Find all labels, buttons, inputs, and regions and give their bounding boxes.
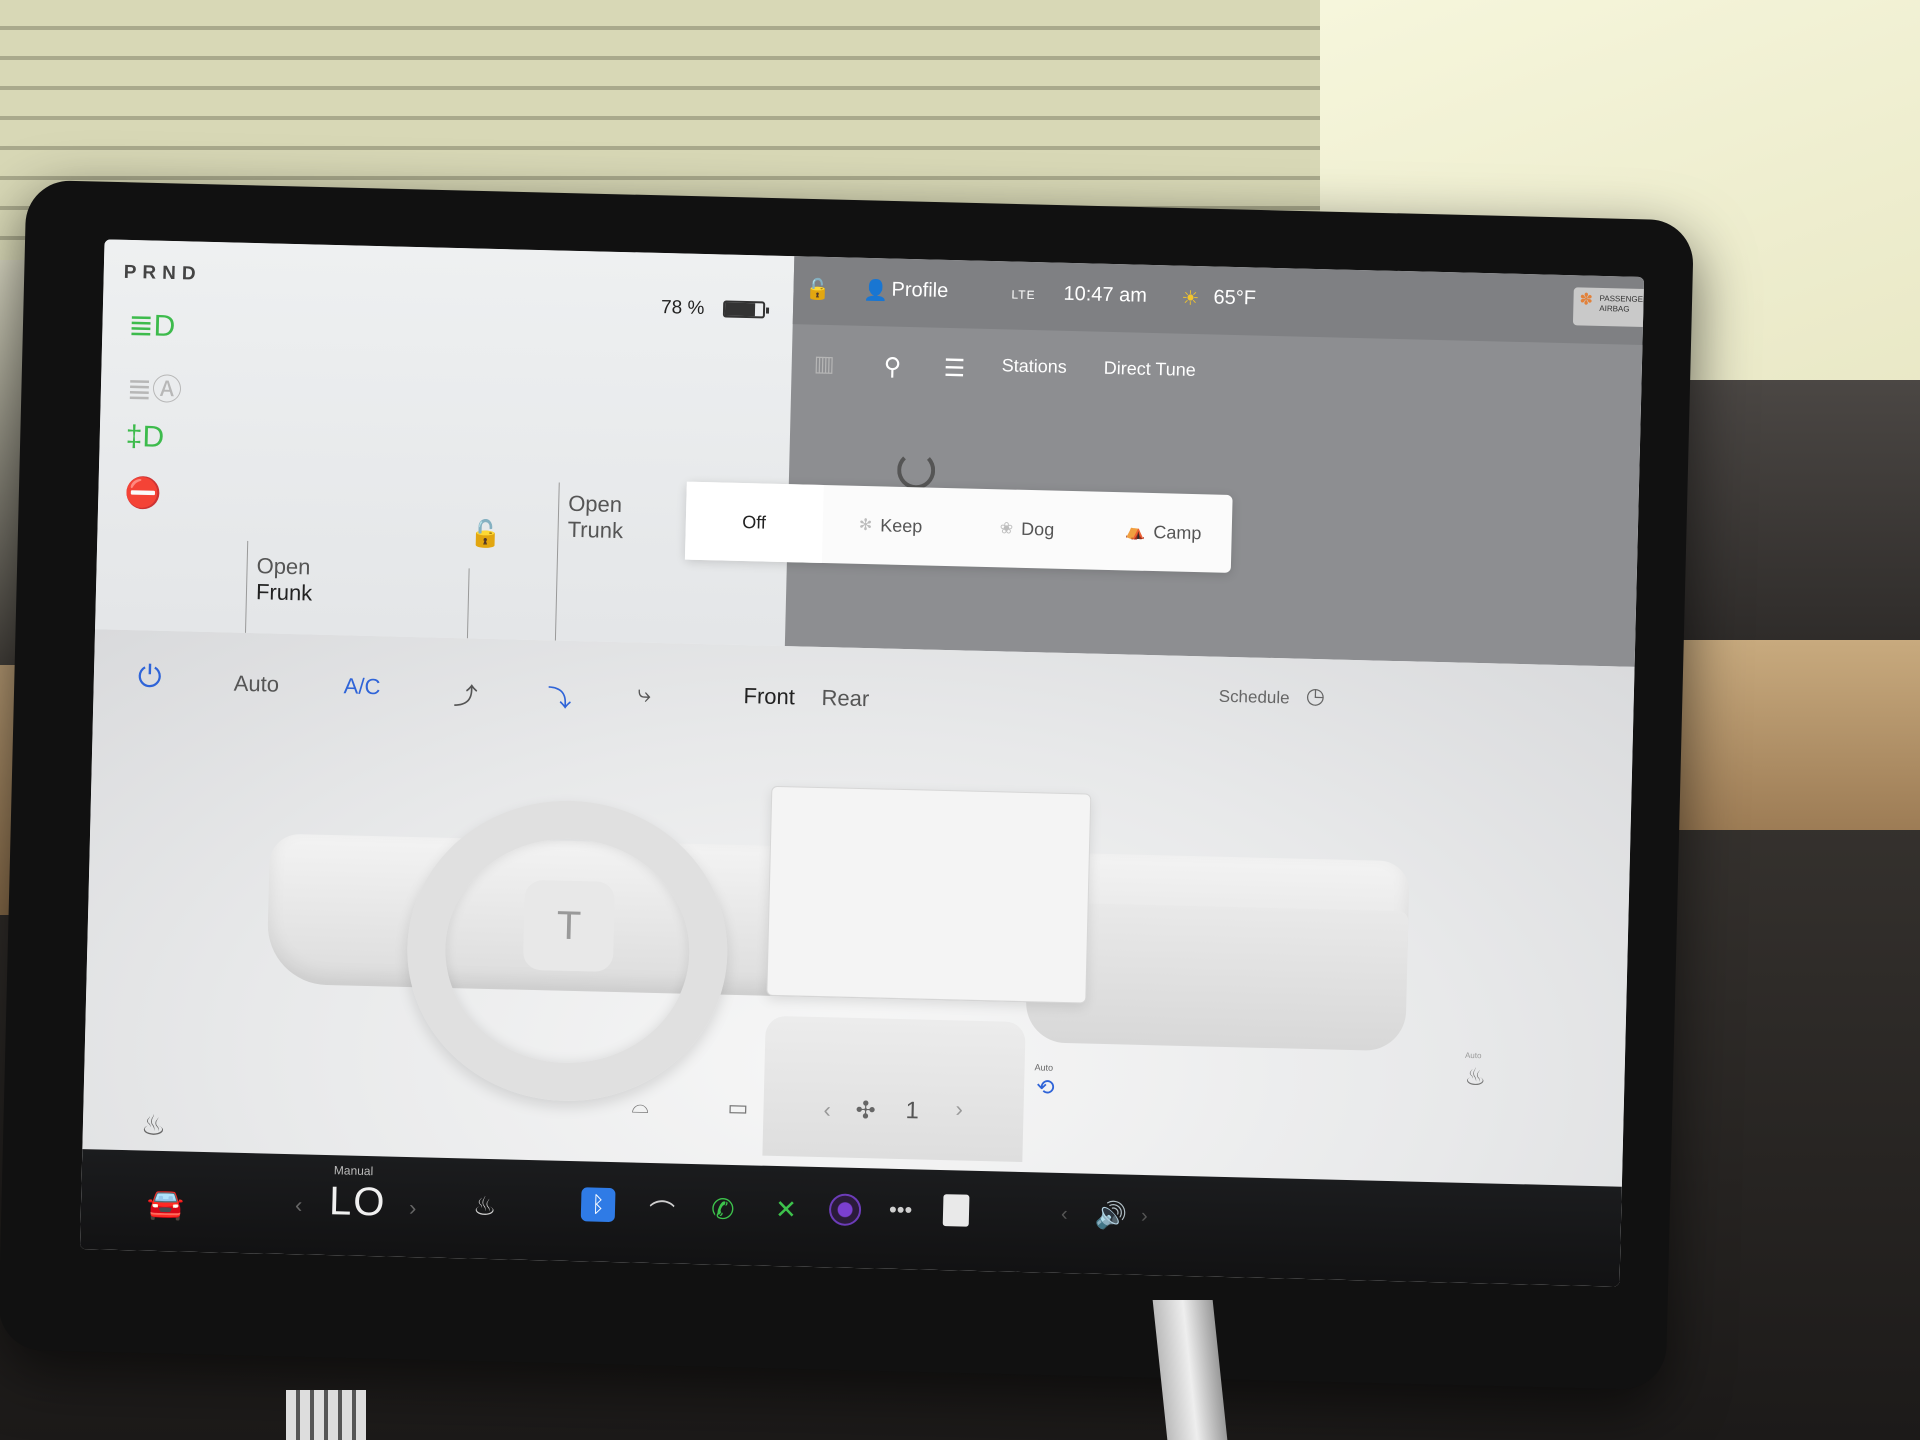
mode-keep-label: Keep [880,514,923,536]
airbag-line1: PASSENGER [1599,293,1645,305]
fan-decrease-arrow[interactable]: ‹ [823,1097,831,1123]
ac-button[interactable]: A/C [343,673,380,700]
headlight-auto-icon: ≣Ⓐ [126,372,183,408]
temp-increase-arrow[interactable]: › [409,1195,417,1221]
person-icon: 👤 [863,279,889,303]
open-frunk-button[interactable]: Open Frunk [256,553,314,606]
tab-front[interactable]: Front [743,683,795,710]
lock-status-icon[interactable]: 🔓 [805,276,831,302]
search-icon[interactable]: ⚲ [883,352,901,381]
airflow-face-feet-icon[interactable]: ⤵ [547,678,572,714]
climate-panel: ⏻ Auto A/C ⤴ ⤵ ⤷ Front Rear Schedule ◷ T… [82,629,1635,1187]
cable [286,1390,366,1440]
airbag-line2: AIRBAG [1599,303,1630,314]
volume-icon[interactable]: 🔊 [1095,1200,1128,1232]
seat-heater-rear-right-icon[interactable]: ♨ [1464,1063,1486,1093]
frunk-name-label: Frunk [255,579,313,606]
power-icon[interactable]: ⏻ [137,660,162,695]
tent-icon: ⛺ [1125,523,1146,541]
loading-spinner [896,450,936,490]
seatbelt-warning-icon: ⛔ [123,476,163,511]
divider [244,540,249,633]
fan-level: 1 [905,1097,920,1125]
headlight-low-icon: ≣D [128,308,176,344]
sun-icon: ☀ [1181,287,1200,311]
battery-icon [722,300,766,319]
clock: 10:47 am [1063,282,1148,307]
clock-icon[interactable]: ◷ [1305,683,1325,709]
paw-icon: ❀ [999,520,1014,538]
divider [554,482,560,641]
tesla-logo-icon: T [522,879,616,972]
tab-direct-tune[interactable]: Direct Tune [1103,358,1196,381]
mode-off-label: Off [742,511,767,533]
wiper-icon[interactable]: ⌒ [649,1193,676,1231]
vehicle-status-panel: PRND 78 % ≣D ≣Ⓐ ‡D ⛔ Open Frunk 🔓 Open T… [95,239,795,647]
mode-dog-button[interactable]: ❀ Dog [958,488,1096,569]
fog-light-icon: ‡D [125,419,165,454]
battery-percent: 78 % [660,296,705,320]
volume-decrease-arrow[interactable]: ‹ [1061,1203,1068,1226]
console-render [762,1015,1026,1163]
climate-mode-selector: Off ✻ Keep ❀ Dog ⛺ Camp [684,481,1233,573]
unlock-icon[interactable]: 🔓 [469,518,502,550]
outside-temperature: 65°F [1213,286,1257,310]
volume-increase-arrow[interactable]: › [1141,1205,1148,1228]
airflow-feet-icon[interactable]: ⤷ [637,681,651,709]
passenger-airbag-indicator: ✽ PASSENGER AIRBAG [1572,287,1645,328]
media-source-icon[interactable]: ▥ [813,351,834,378]
media-toolbar: ▥ ⚲ ☰ Stations Direct Tune [791,336,1642,407]
seat-heater-rear-left-icon[interactable]: ♨ [141,1108,167,1142]
tab-stations[interactable]: Stations [1001,355,1068,378]
recirculation-auto-label: Auto [1034,1062,1054,1073]
touchscreen: PRND 78 % ≣D ≣Ⓐ ‡D ⛔ Open Frunk 🔓 Open T… [79,239,1645,1287]
dashboard-wood-trim-right [1660,640,1920,830]
cabin-temperature[interactable]: LO [329,1179,387,1225]
airbag-icon: ✽ [1579,291,1594,309]
dashboard-right [1660,380,1920,640]
mode-off-button[interactable]: Off [684,481,824,563]
schedule-button[interactable]: Schedule [1218,687,1290,709]
car-icon[interactable]: 🚘 [147,1187,185,1223]
notes-icon[interactable] [942,1194,970,1227]
temp-mode-label: Manual [333,1163,374,1179]
auto-button[interactable]: Auto [233,671,279,698]
fan-increase-arrow[interactable]: › [955,1096,963,1122]
seat-heater-driver-icon[interactable]: ♨ [473,1191,497,1223]
rear-defrost-icon[interactable]: ▭ [727,1095,748,1122]
frunk-open-label: Open [256,553,311,580]
lte-signal: LTE [1011,287,1036,303]
open-trunk-button[interactable]: Open Trunk [567,491,624,544]
queue-icon[interactable]: ☰ [943,354,965,384]
battery-fill [724,302,755,317]
recirculation-icon[interactable]: ⟲ [1036,1074,1055,1100]
seat-heater-auto-label: Auto [1464,1050,1482,1061]
gear-indicator: PRND [123,261,202,285]
mode-dog-label: Dog [1020,518,1055,540]
airflow-face-icon[interactable]: ⤴ [453,676,478,712]
center-display-render [766,785,1092,1004]
divider [466,568,470,639]
mode-camp-button[interactable]: ⛺ Camp [1094,492,1232,573]
temp-decrease-arrow[interactable]: ‹ [295,1192,303,1218]
mode-camp-label: Camp [1153,521,1202,543]
more-icon[interactable]: ••• [889,1197,913,1224]
trunk-name-label: Trunk [567,516,624,544]
media-panel: 🔓 👤 Profile LTE 10:47 am ☀ 65°F ✽ PASSEN… [784,256,1645,667]
bluetooth-icon[interactable]: ᛒ [580,1187,616,1223]
trunk-open-label: Open [567,490,623,518]
mode-keep-button[interactable]: ✻ Keep [821,485,959,566]
profile-button[interactable]: Profile [891,279,948,303]
fan-icon: ✻ [858,516,873,535]
camera-icon[interactable] [828,1193,862,1227]
cabin-illustration: T [203,752,1472,1163]
tab-rear[interactable]: Rear [821,685,869,712]
front-defrost-icon[interactable]: ⌓ [631,1092,649,1118]
fan-icon: ✣ [855,1096,876,1125]
phone-icon[interactable]: ✆ [711,1192,735,1226]
toybox-icon[interactable]: ✕ [775,1194,798,1226]
